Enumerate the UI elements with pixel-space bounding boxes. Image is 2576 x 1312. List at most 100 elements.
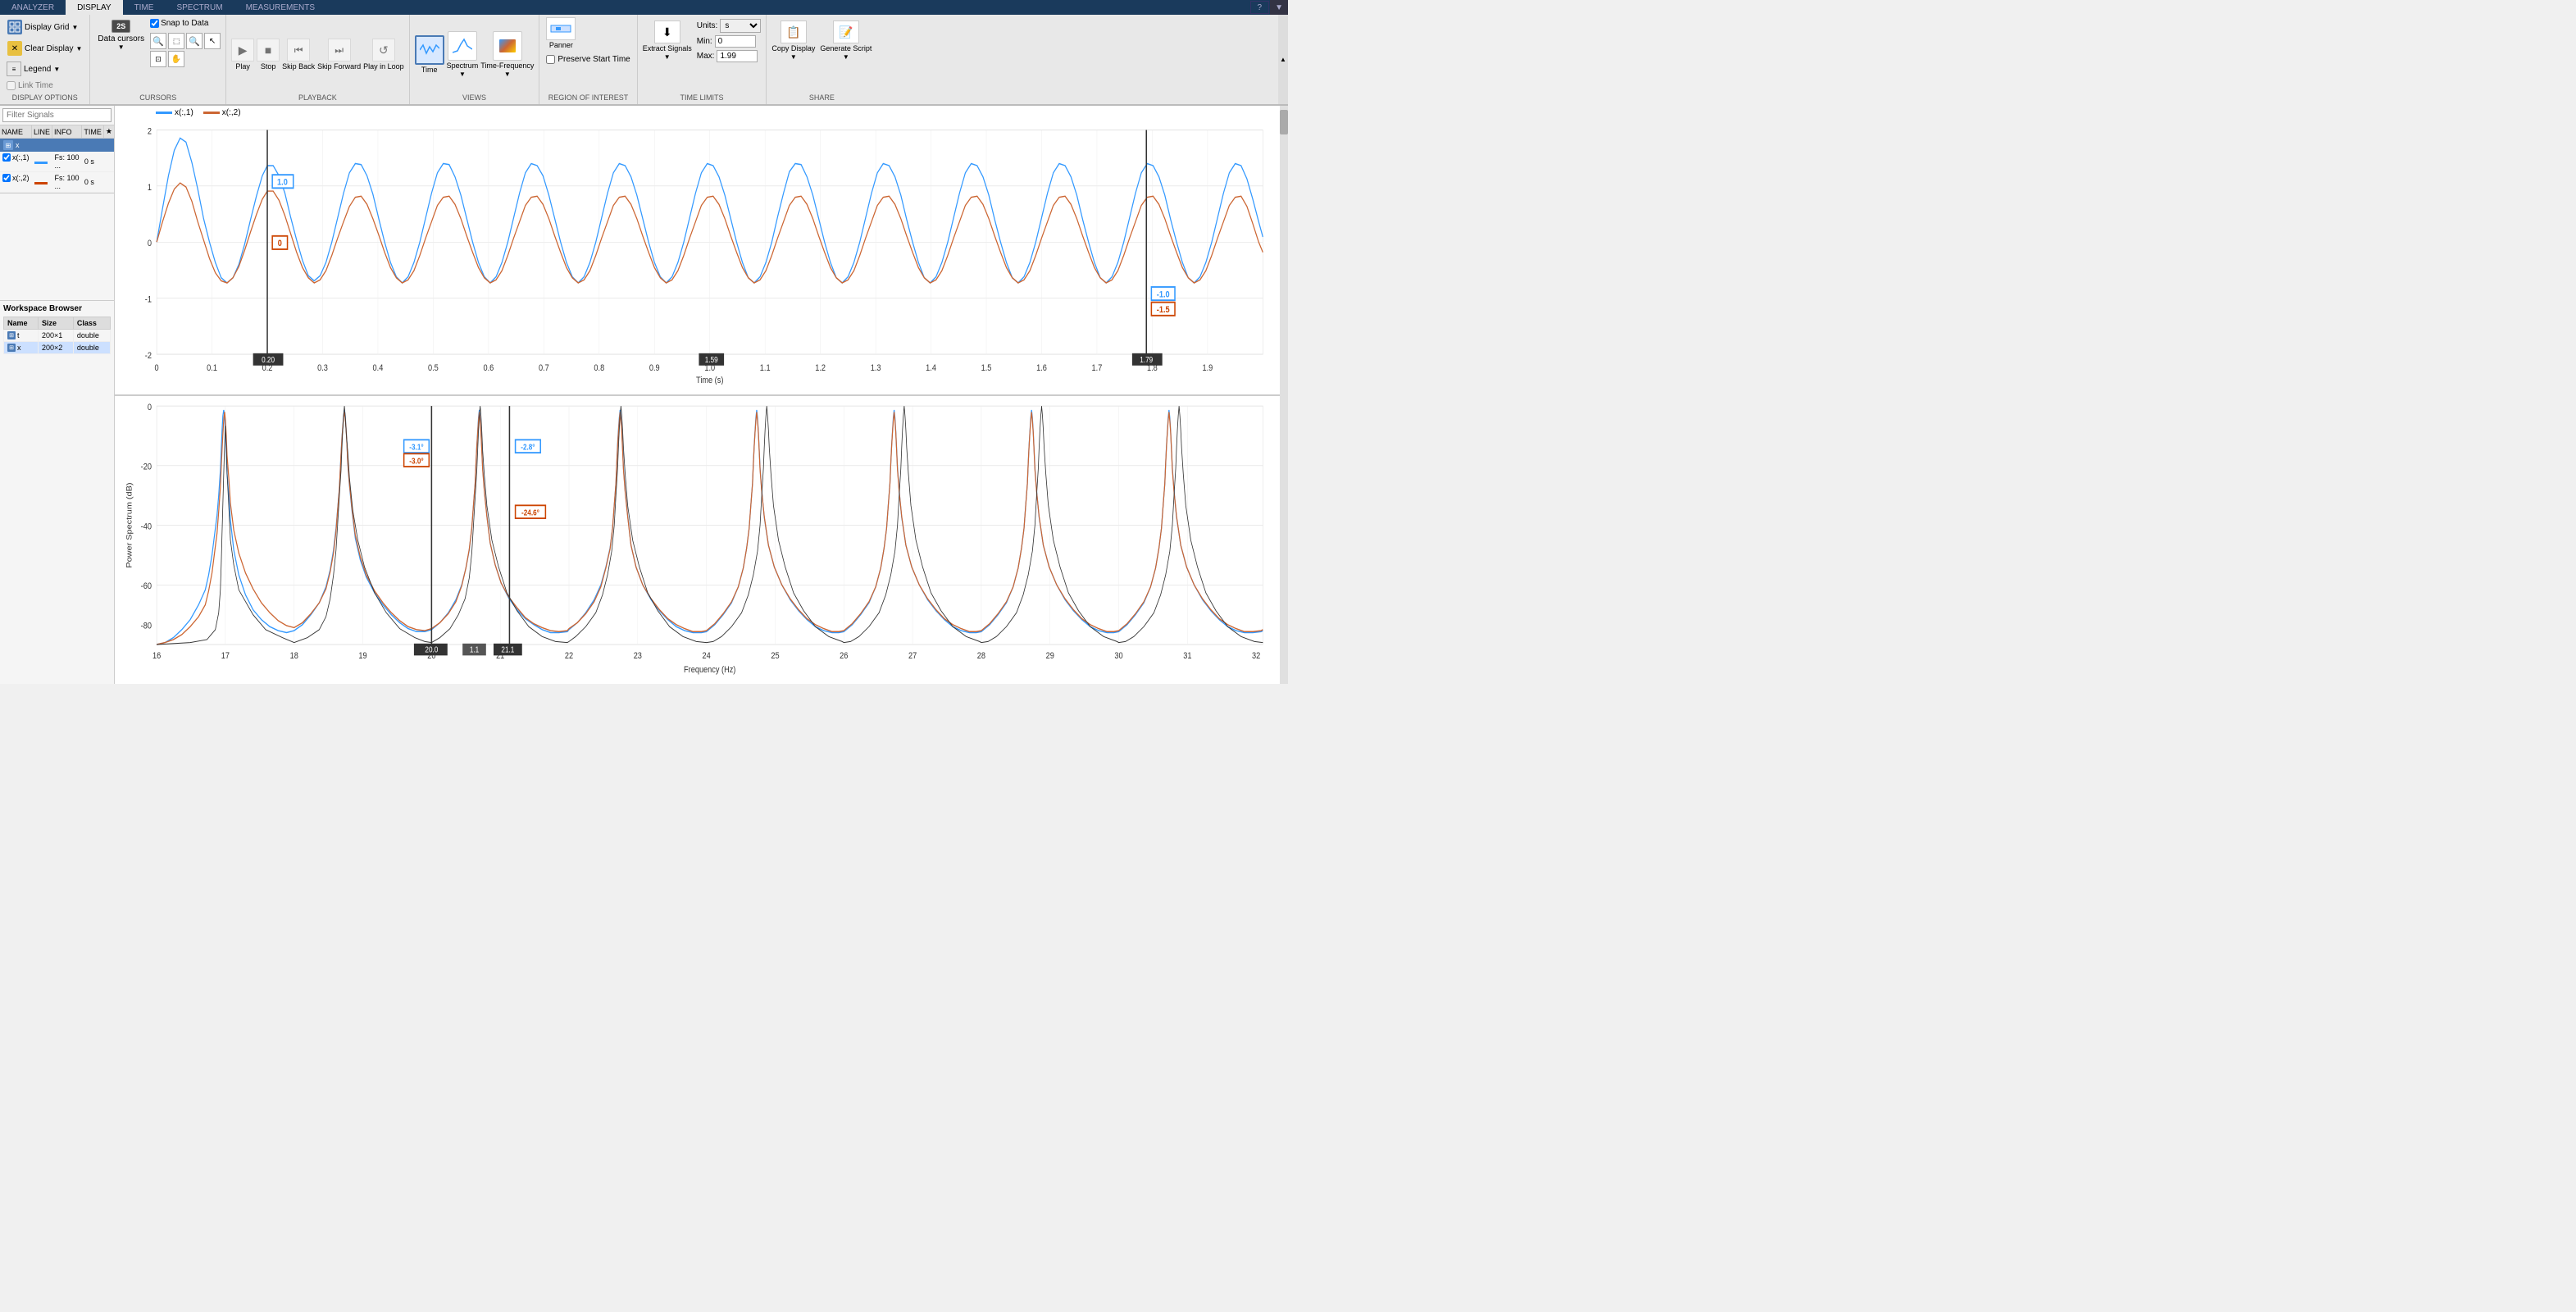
zoom-out-button[interactable]: 🔍 [186,33,203,49]
svg-text:1.3: 1.3 [871,363,881,373]
svg-text:1.9: 1.9 [1202,363,1213,373]
min-label: Min: [697,37,712,46]
ws-row-t[interactable]: ⊞ t 200×1 double [4,330,111,342]
panner-button[interactable]: Panner [546,17,576,49]
svg-text:1.2: 1.2 [815,363,826,373]
col-star: ★ [103,125,114,139]
copy-display-button[interactable]: 📋 [781,20,807,43]
extract-signals-button[interactable]: ⬇ Extract Signals ▼ [643,20,692,61]
svg-text:32: 32 [1252,651,1261,661]
ribbon-scroll[interactable]: ▲ [1278,15,1288,104]
svg-text:1.59: 1.59 [705,355,718,364]
svg-text:1.6: 1.6 [1036,363,1047,373]
svg-text:0.4: 0.4 [373,363,384,373]
skip-back-button[interactable]: ⏮ [287,39,310,61]
zoom-fit-button[interactable]: ⊡ [150,51,166,67]
clear-display-label: Clear Display [25,44,73,53]
data-cursors-button[interactable]: 2S Data cursors ▼ [95,17,147,53]
svg-text:19: 19 [358,651,367,661]
tab-time[interactable]: TIME [123,0,166,15]
signal-root-row[interactable]: ⊞ x [0,139,114,153]
svg-text:0.1: 0.1 [207,363,217,373]
svg-text:21.1: 21.1 [501,645,514,654]
snap-to-data-check[interactable]: Snap to Data [150,19,221,28]
svg-text:Frequency (Hz): Frequency (Hz) [684,665,735,675]
data-cursors-label: Data cursors [98,34,144,43]
svg-text:24: 24 [703,651,712,661]
svg-text:-24.6°: -24.6° [521,508,539,517]
spectrum-chart[interactable]: 0 -20 -40 -60 -80 Power Spectrum (dB) 16… [115,396,1288,685]
help-button[interactable]: ? [1250,1,1270,14]
svg-text:0: 0 [155,363,159,373]
svg-text:26: 26 [840,651,849,661]
svg-text:-2: -2 [145,351,152,361]
svg-text:28: 28 [977,651,986,661]
pan-button[interactable]: ✋ [168,51,184,67]
svg-text:-1.0: -1.0 [1157,290,1170,300]
svg-text:1.4: 1.4 [926,363,936,373]
tab-spectrum[interactable]: SPECTRUM [165,0,234,15]
roi-group-label: REGION OF INTEREST [546,93,630,102]
svg-text:-3.1°: -3.1° [409,442,424,451]
max-label: Max: [697,52,715,61]
play-button[interactable]: ▶ [231,39,254,61]
filter-signals-input[interactable] [2,108,112,122]
stop-button[interactable]: ■ [257,39,280,61]
svg-text:0.5: 0.5 [428,363,439,373]
svg-text:-80: -80 [141,621,152,631]
ws-row-x[interactable]: ⊞ x 200×2 double [4,342,111,354]
spectrum-view-button[interactable] [448,31,477,61]
svg-text:1.1: 1.1 [760,363,771,373]
legend-label: Legend [24,65,51,74]
svg-text:-3.0°: -3.0° [409,456,424,465]
tab-measurements[interactable]: MEASUREMENTS [234,0,326,15]
signal-row-1[interactable]: x(:,1) Fs: 100 ... 0 s [0,152,114,172]
legend-button[interactable]: ≡ Legend ▼ [5,60,84,78]
signal-root-name: x [16,141,20,149]
svg-text:0.9: 0.9 [649,363,660,373]
min-input[interactable] [715,35,756,48]
preserve-start-time-check[interactable]: Preserve Start Time [546,55,630,64]
dropdown-arrow[interactable]: ▼ [1270,0,1288,15]
svg-text:2: 2 [148,127,152,137]
col-line: LINE [32,125,52,139]
display-options-group-label: DISPLAY OPTIONS [5,93,84,102]
cursor-tool-button[interactable]: ↖ [204,33,221,49]
units-select[interactable]: s [720,19,761,33]
playback-group-label: PLAYBACK [231,93,404,102]
svg-text:1.0: 1.0 [277,178,288,188]
svg-text:0: 0 [148,239,152,248]
signal-row-2[interactable]: x(:,2) Fs: 100 ... 0 s [0,172,114,193]
skip-forward-button[interactable]: ⏭ [328,39,351,61]
clear-display-button[interactable]: ✕ Clear Display ▼ [5,39,84,58]
max-input[interactable] [717,50,758,62]
tab-analyzer[interactable]: ANALYZER [0,0,66,15]
play-loop-button[interactable]: ↺ [372,39,395,61]
svg-text:0: 0 [148,403,152,412]
svg-text:18: 18 [290,651,299,661]
link-time-button[interactable]: Link Time [5,80,84,92]
svg-text:0.6: 0.6 [483,363,494,373]
time-domain-chart[interactable]: 2 1 0 -1 -2 0 0.1 0.2 0.3 0.4 0.5 0.6 0.… [115,120,1288,385]
svg-text:0.3: 0.3 [317,363,328,373]
svg-text:1.5: 1.5 [981,363,992,373]
col-time: TIME [82,125,104,139]
svg-text:31: 31 [1183,651,1192,661]
svg-text:30: 30 [1114,651,1123,661]
svg-text:0: 0 [278,239,282,248]
time-frequency-button[interactable] [493,31,522,61]
generate-script-button[interactable]: 📝 [833,20,859,43]
vertical-scrollbar[interactable] [1280,106,1288,684]
svg-text:27: 27 [908,651,917,661]
svg-text:1: 1 [148,183,152,193]
zoom-region-button[interactable]: ⬚ [168,33,184,49]
tab-display[interactable]: DISPLAY [66,0,123,15]
display-grid-button[interactable]: Display Grid ▼ [5,17,84,37]
time-view-button[interactable] [415,35,444,65]
svg-text:-20: -20 [141,462,152,472]
svg-text:-40: -40 [141,522,152,531]
svg-text:25: 25 [771,651,780,661]
time-limits-group-label: TIME LIMITS [643,93,762,102]
zoom-in-button[interactable]: 🔍 [150,33,166,49]
svg-text:Power Spectrum (dB): Power Spectrum (dB) [125,482,134,567]
